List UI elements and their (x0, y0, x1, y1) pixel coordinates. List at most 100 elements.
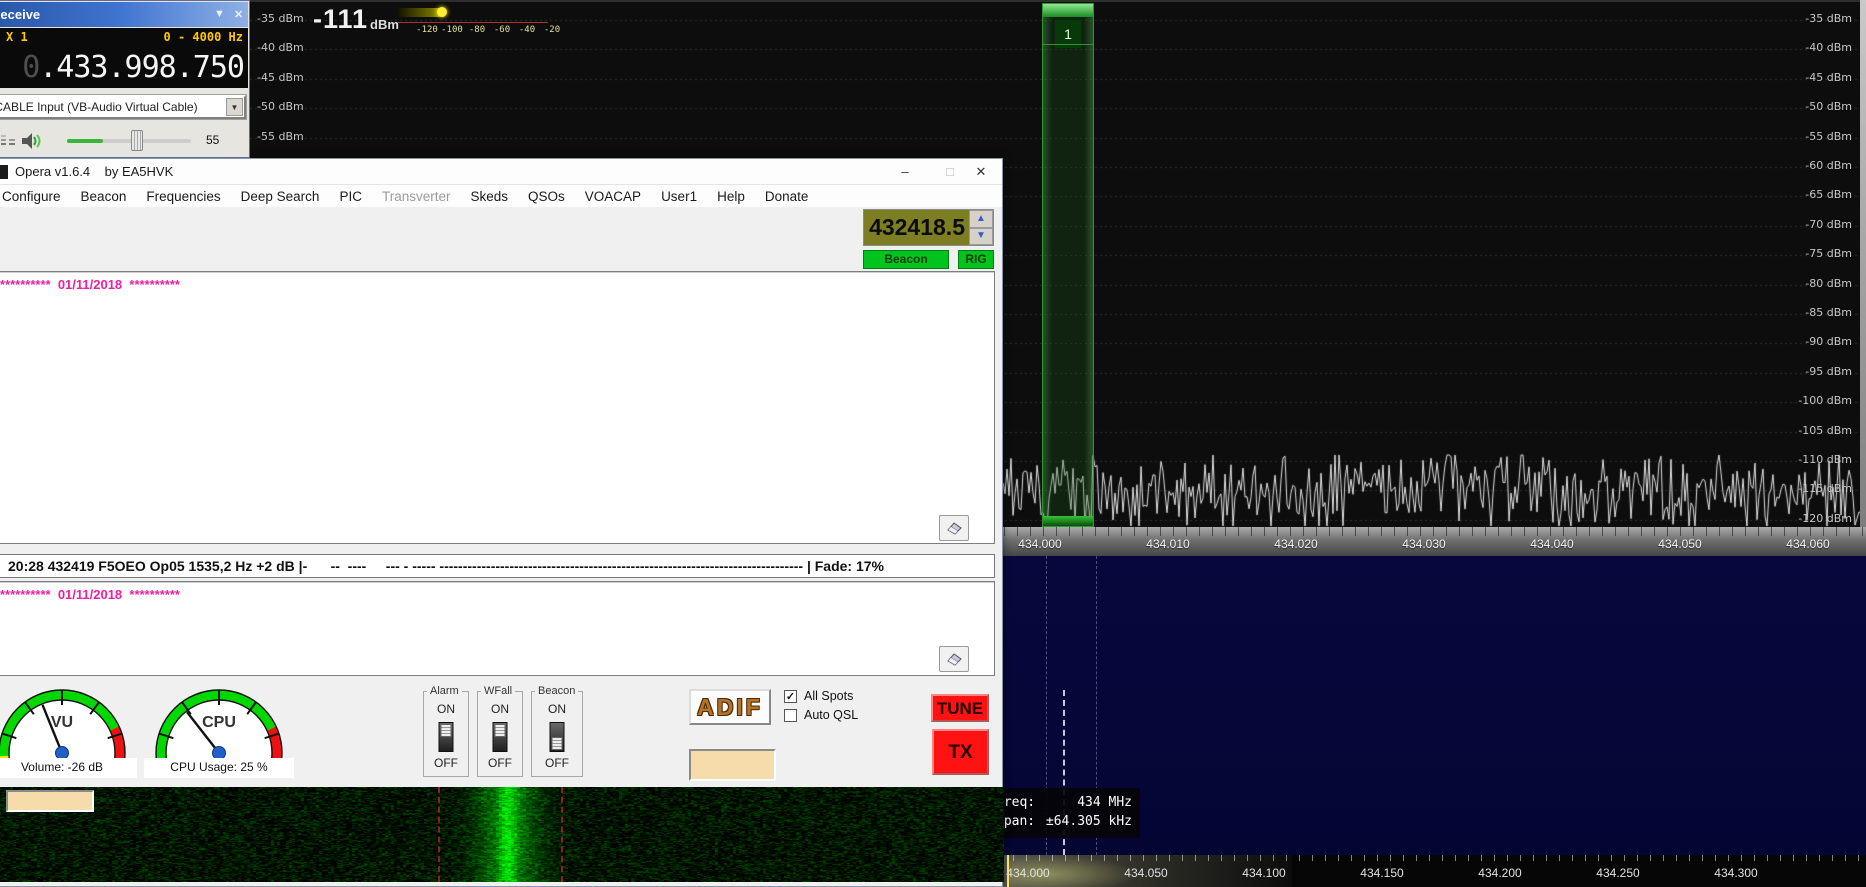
freq-tick-label: 434.250 (1596, 866, 1639, 880)
db-axis-label: -45 dBm (1805, 71, 1852, 84)
toggle-knob[interactable] (552, 737, 563, 750)
db-axis-label: -110 dBm (1798, 453, 1852, 466)
adif-button[interactable]: ADIF (689, 689, 771, 725)
checkbox-unchecked[interactable] (784, 709, 797, 722)
on-label: ON (424, 702, 468, 716)
meter-tick: -80 (469, 25, 485, 35)
freq-tick-label: 434.050 (1124, 866, 1167, 880)
freq-tick-label: 434.300 (1714, 866, 1757, 880)
rx-log-pane-2[interactable]: ********** 01/11/2018 ********** (0, 581, 995, 676)
log-date-header: ********** 01/11/2018 ********** (0, 587, 180, 602)
toggle-knob[interactable] (441, 724, 452, 737)
meter-tick: -20 (544, 25, 560, 35)
menu-configure[interactable]: Configure (0, 189, 71, 204)
menu-help[interactable]: Help (707, 189, 755, 204)
freq-tick-label: 434.100 (1242, 866, 1285, 880)
freq-tick-label: 434.040 (1530, 537, 1573, 551)
clear-log-button-2[interactable] (939, 646, 969, 672)
spinner-up-icon[interactable]: ▲ (969, 210, 993, 228)
menu-beacon[interactable]: Beacon (71, 189, 137, 204)
freq-tick-label: 434.020 (1274, 537, 1317, 551)
receive-title-bar[interactable]: Receive ▼ ✕ (0, 2, 248, 27)
cpu-label: CPU (144, 714, 294, 732)
maximize-icon[interactable]: □ (933, 159, 967, 185)
spinner-down-icon[interactable]: ▼ (969, 228, 993, 246)
freq-tick-label: 434.200 (1478, 866, 1521, 880)
db-axis-label: -85 dBm (1805, 306, 1852, 319)
tooltip-span-value: ±64.305 kHz (1046, 812, 1132, 831)
checkbox-checked-icon[interactable]: ✓ (784, 690, 797, 703)
dropdown-icon[interactable]: ▼ (214, 8, 225, 20)
db-axis-label: -50 dBm (1805, 100, 1852, 113)
opera-waterfall[interactable] (0, 787, 1004, 882)
signal-power-readout: -111 (313, 4, 368, 35)
speaker-icon[interactable] (21, 132, 43, 150)
db-axis-label: -55 dBm (1805, 130, 1852, 143)
bandwidth-label: 0 - 4000 Hz (164, 30, 243, 44)
menu-transverter[interactable]: Transverter (372, 189, 461, 204)
channel-marker[interactable]: 1 (1042, 3, 1094, 527)
menu-qsos[interactable]: QSOs (518, 189, 575, 204)
eraser-icon (945, 652, 963, 666)
volume-slider[interactable] (67, 139, 191, 143)
tx-button[interactable]: TX (932, 729, 989, 775)
db-axis-label: -50 dBm (257, 100, 304, 113)
menu-user1[interactable]: User1 (651, 189, 707, 204)
menu-voacap[interactable]: VOACAP (575, 189, 651, 204)
channel-level-line (1043, 44, 1093, 45)
wfall-toggle-switch[interactable] (493, 722, 508, 752)
freq-tick-label: 434.010 (1146, 537, 1189, 551)
rx-log-pane[interactable]: ********** 01/11/2018 ********** (0, 271, 995, 544)
off-label: OFF (478, 756, 522, 770)
alarm-toggle-switch[interactable] (439, 722, 454, 752)
combo-dropdown-icon[interactable]: ▼ (226, 98, 243, 116)
channel-marker-cap[interactable] (1043, 4, 1093, 17)
waterfall-info-box[interactable] (6, 790, 94, 812)
frequency-spinbox[interactable]: 432418.5 ▲ ▼ (863, 209, 994, 246)
menu-donate[interactable]: Donate (755, 189, 819, 204)
on-label: ON (478, 702, 522, 716)
beacon-toggle-group: Beacon ON OFF (531, 691, 583, 777)
opera-waterfall-canvas[interactable] (0, 787, 1004, 882)
close-icon[interactable]: ✕ (964, 159, 998, 185)
menu-pic[interactable]: PIC (329, 189, 372, 204)
frequency-value[interactable]: 432418.5 (864, 210, 969, 245)
tune-button[interactable]: TUNE (931, 694, 989, 722)
off-label: OFF (424, 756, 468, 770)
alarm-toggle-group: Alarm ON OFF (423, 691, 469, 777)
audio-device-select[interactable]: CABLE Input (VB-Audio Virtual Cable) ▼ (0, 95, 246, 119)
beacon-toggle-switch[interactable] (550, 722, 565, 752)
menu-bar: Configure Beacon Frequencies Deep Search… (0, 185, 1002, 207)
rig-button[interactable]: RIG (958, 250, 994, 269)
toggle-title: Alarm (427, 685, 462, 697)
vu-caption: Volume: -26 dB (0, 758, 137, 778)
callsign-input[interactable] (689, 749, 776, 781)
frequency-digits[interactable]: .433.998.750 (39, 50, 244, 85)
minimize-icon[interactable]: – (888, 159, 922, 185)
meter-tick: -60 (494, 25, 510, 35)
all-spots-option[interactable]: ✓ All Spots (784, 689, 853, 703)
menu-frequencies[interactable]: Frequencies (136, 189, 230, 204)
eraser-icon (945, 521, 963, 535)
checkbox-label[interactable]: All Spots (804, 689, 853, 703)
toggle-title: WFall (481, 685, 515, 697)
opera-title-bar[interactable]: Opera v1.6.4 by EA5HVK – □ ✕ (0, 159, 1002, 185)
off-label: OFF (532, 756, 582, 770)
freq-tick-label: 434.050 (1658, 537, 1701, 551)
wfall-toggle-group: WFall ON OFF (477, 691, 523, 777)
menu-deep-search[interactable]: Deep Search (231, 189, 330, 204)
toggle-knob[interactable] (495, 724, 506, 737)
menu-skeds[interactable]: Skeds (460, 189, 518, 204)
beacon-button[interactable]: Beacon (863, 250, 949, 269)
auto-qsl-option[interactable]: Auto QSL (784, 708, 858, 722)
checkbox-label[interactable]: Auto QSL (804, 708, 858, 722)
close-icon[interactable]: ✕ (234, 8, 243, 21)
clear-log-button[interactable] (939, 515, 969, 541)
toggle-title: Beacon (535, 685, 578, 697)
frequency-display[interactable]: 0.433.998.750 (22, 50, 244, 85)
db-axis-label: -120 dBm (1798, 512, 1852, 525)
window-edge (1860, 0, 1866, 527)
volume-slider-thumb[interactable] (131, 130, 143, 151)
volume-row: 55 (0, 127, 249, 155)
on-label: ON (532, 702, 582, 716)
